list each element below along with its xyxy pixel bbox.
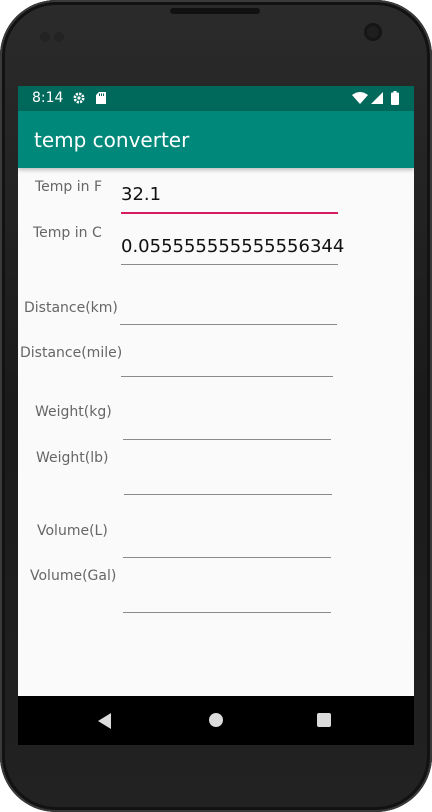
navigation-bar [18,696,414,745]
home-icon[interactable] [209,713,223,727]
cell-signal-icon [371,92,383,104]
gear-icon [73,92,85,104]
weight-kg-input[interactable] [123,409,331,440]
weight-lb-input[interactable] [124,464,332,495]
wifi-icon [352,92,368,104]
volume-l-input[interactable] [123,527,331,558]
status-bar: 8:14 [18,86,414,111]
distance-km-input[interactable] [120,294,337,325]
status-time: 8:14 [32,90,64,106]
temp-c-input[interactable]: 0.055555555555556344 [121,234,344,265]
distance-mile-label: Distance(mile) [20,345,123,361]
earpiece-speaker [170,8,260,14]
sensor-dots [40,27,68,46]
battery-icon [391,91,399,105]
distance-km-label: Distance(km) [24,300,118,316]
recents-icon[interactable] [317,713,331,727]
front-camera [364,23,382,41]
temp-c-label: Temp in C [33,225,102,241]
distance-mile-input[interactable] [121,346,333,377]
weight-lb-label: Weight(lb) [36,450,109,466]
volume-gal-input[interactable] [123,582,331,613]
temp-f-label: Temp in F [35,179,103,195]
back-icon[interactable] [98,713,112,729]
volume-gal-label: Volume(Gal) [30,568,117,584]
phone-frame: 8:14 temp converter Temp in F 32.1 Temp … [0,0,432,812]
sd-card-icon [96,92,106,104]
weight-kg-label: Weight(kg) [35,404,112,420]
temp-f-input[interactable]: 32.1 [121,182,338,214]
app-title: temp converter [34,128,190,152]
app-bar: temp converter [18,111,414,168]
volume-l-label: Volume(L) [37,523,108,539]
screen: 8:14 temp converter Temp in F 32.1 Temp … [18,86,414,745]
